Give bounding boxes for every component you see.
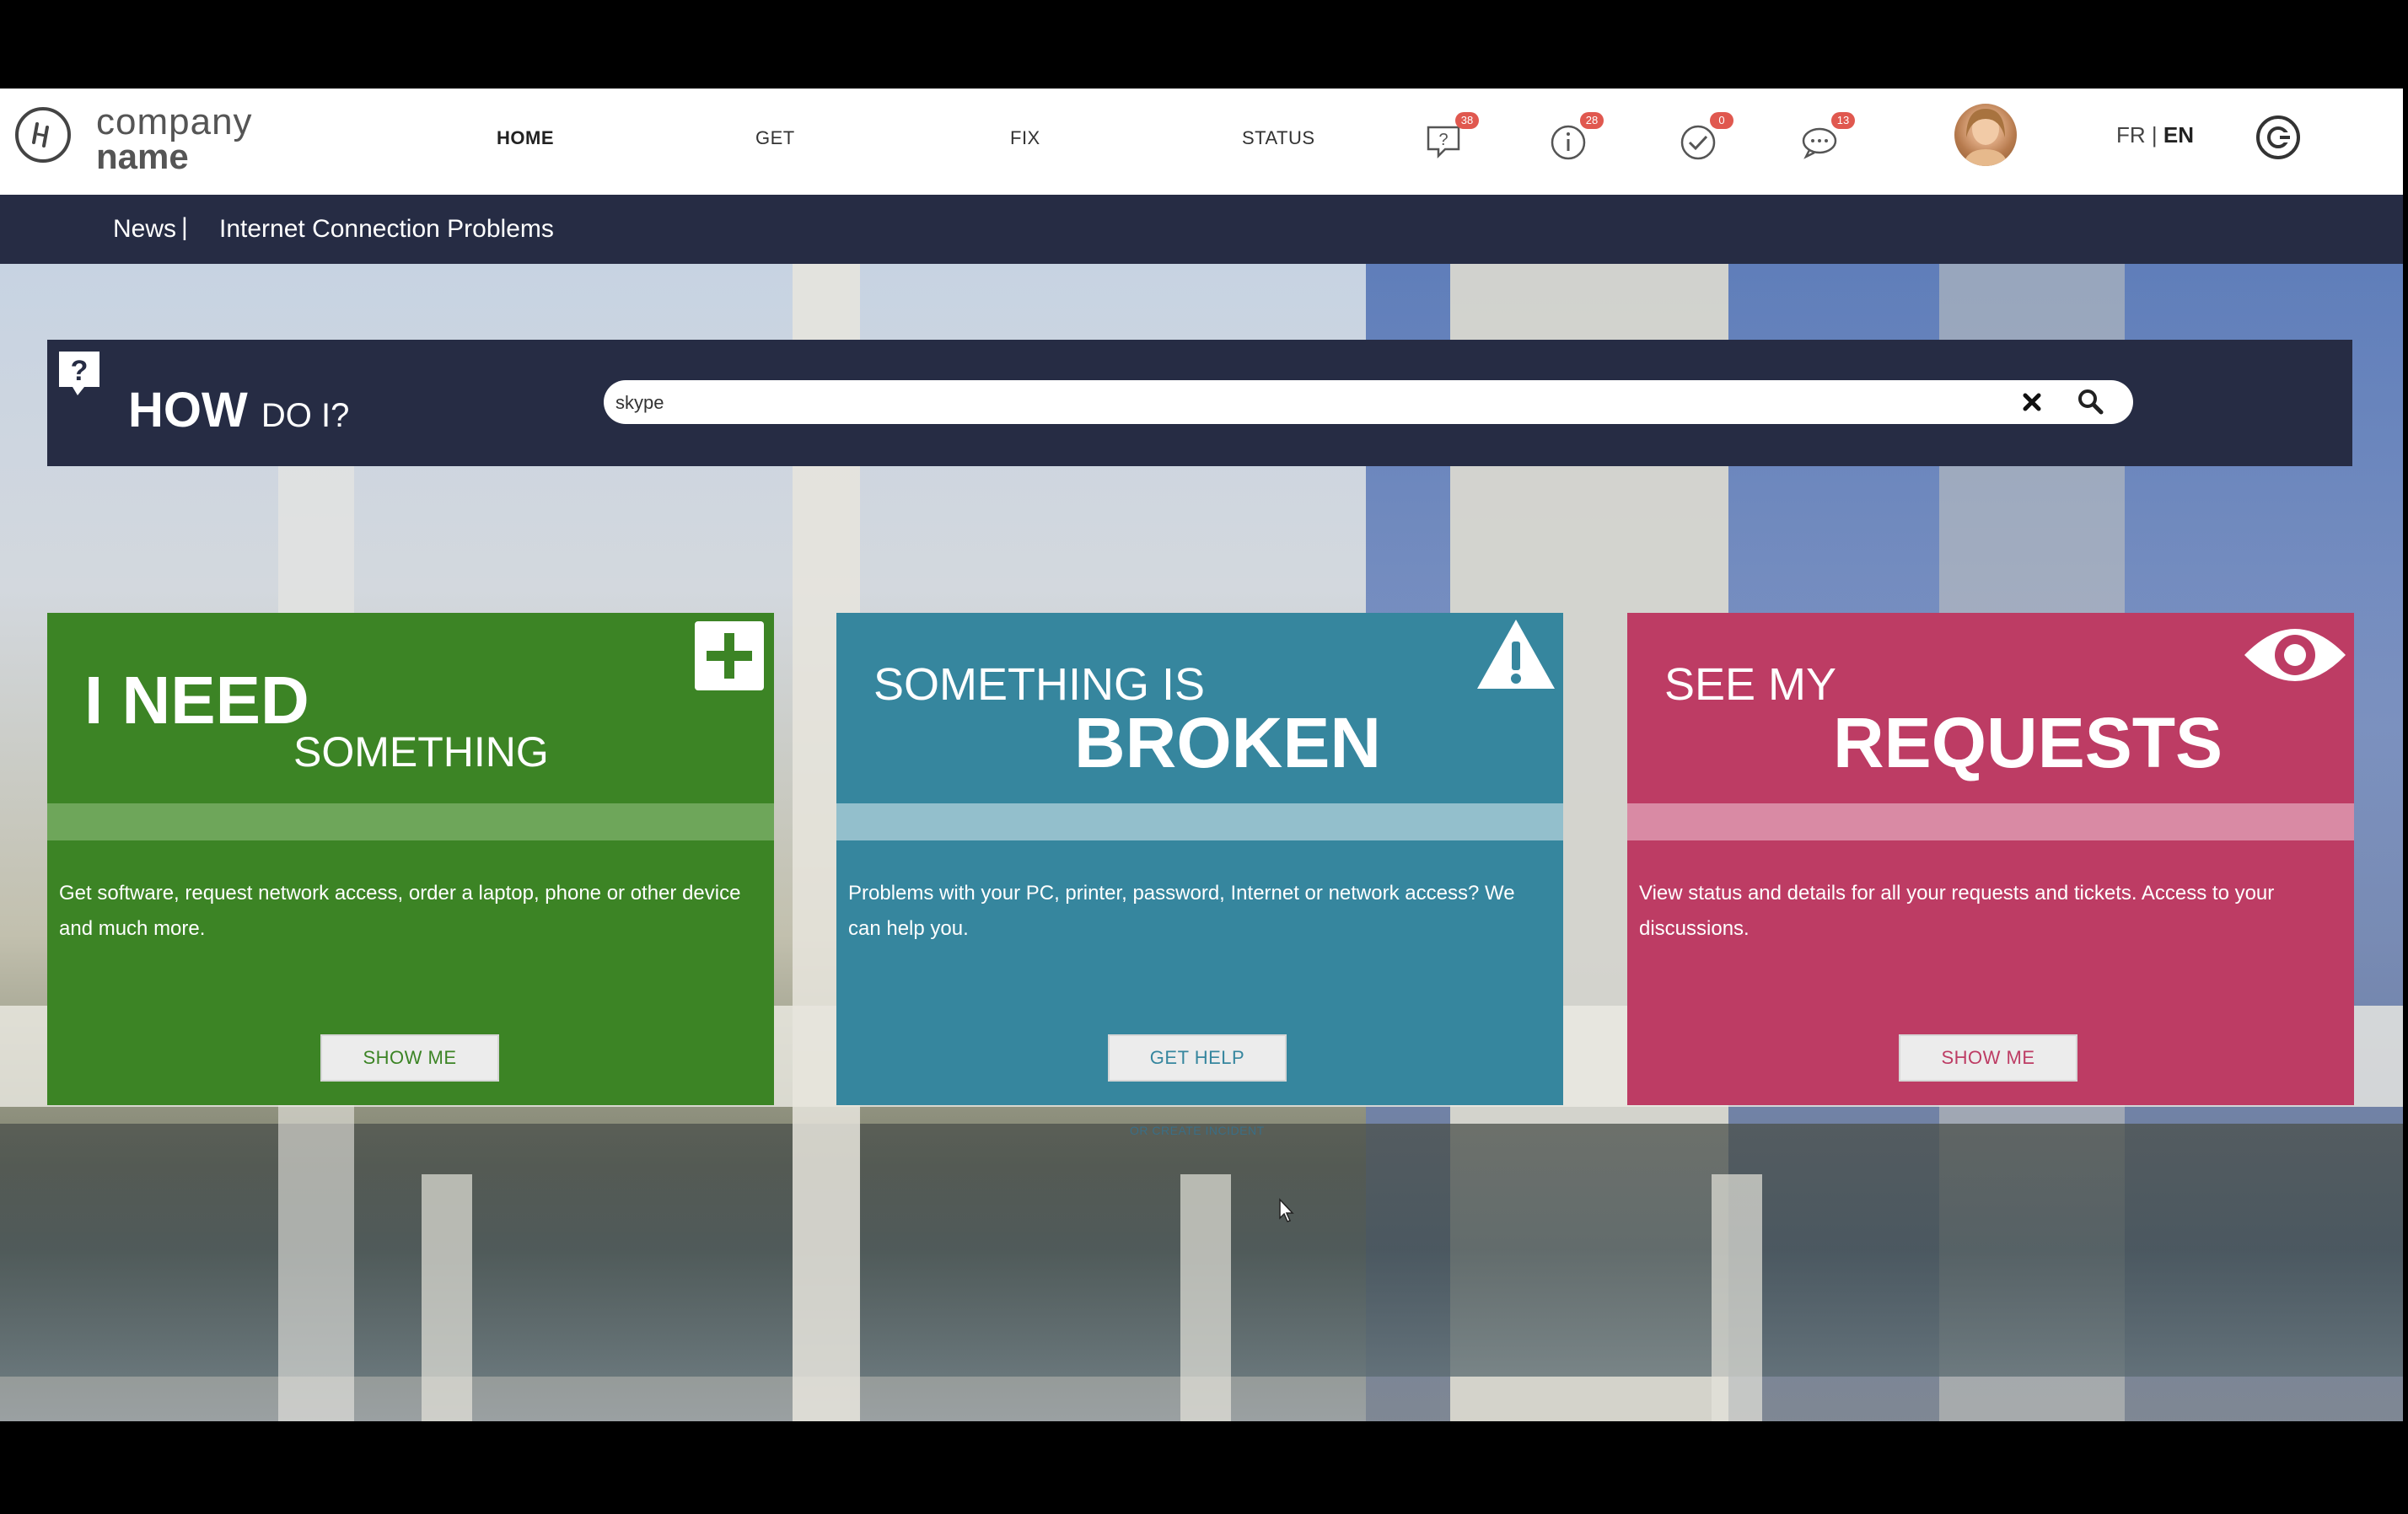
top-header: company name HOME GET FIX STATUS ? 38 28 bbox=[0, 89, 2403, 195]
app-window: company name HOME GET FIX STATUS ? 38 28 bbox=[0, 89, 2403, 1421]
news-separator: | bbox=[181, 213, 188, 241]
logo-line-company: company bbox=[96, 101, 253, 142]
company-logo-text[interactable]: company name bbox=[96, 104, 253, 174]
plus-icon bbox=[693, 620, 766, 696]
card-strip bbox=[836, 803, 1563, 840]
card-strip bbox=[1627, 803, 2354, 840]
svg-text:?: ? bbox=[1438, 131, 1448, 149]
card-header: SEE MY REQUESTS bbox=[1627, 613, 2354, 803]
how-title-big: HOW bbox=[128, 383, 248, 438]
svg-text:?: ? bbox=[71, 355, 89, 387]
create-incident-link[interactable]: OR CREATE INCIDENT bbox=[1130, 1124, 1265, 1137]
nav-status[interactable]: STATUS bbox=[1242, 127, 1315, 149]
nav-get[interactable]: GET bbox=[755, 127, 795, 149]
nav-fix[interactable]: FIX bbox=[1010, 127, 1040, 149]
search-bar bbox=[604, 380, 2133, 424]
info-icon[interactable]: 28 bbox=[1550, 112, 1604, 163]
card-description: Problems with your PC, printer, password… bbox=[848, 882, 1515, 940]
card-description: View status and details for all your req… bbox=[1639, 882, 2275, 940]
nav-home[interactable]: HOME bbox=[497, 127, 554, 149]
user-avatar[interactable] bbox=[1954, 104, 2017, 166]
news-label[interactable]: News bbox=[113, 215, 176, 244]
help-chat-badge: 38 bbox=[1455, 112, 1479, 129]
card-something-is-broken[interactable]: SOMETHING IS BROKEN Problems with your P… bbox=[836, 613, 1563, 1105]
clear-search-icon[interactable] bbox=[2020, 390, 2044, 414]
help-chat-icon[interactable]: ? 38 bbox=[1425, 112, 1479, 163]
card-see-my-requests[interactable]: SEE MY REQUESTS View status and details … bbox=[1627, 613, 2354, 1105]
news-headline[interactable]: Internet Connection Problems bbox=[219, 215, 554, 244]
card-description: Get software, request network access, or… bbox=[59, 882, 741, 940]
discussion-icon[interactable]: 13 bbox=[1801, 112, 1855, 163]
company-logo-icon[interactable] bbox=[15, 107, 71, 163]
approval-check-icon[interactable]: 0 bbox=[1680, 112, 1733, 163]
warning-icon bbox=[1474, 616, 1558, 698]
card-strip bbox=[47, 803, 774, 840]
card-title-line1: SEE MY bbox=[1664, 659, 1837, 710]
card-header: I NEED SOMETHING bbox=[47, 613, 774, 803]
logout-icon[interactable] bbox=[2255, 114, 2302, 161]
card-header: SOMETHING IS BROKEN bbox=[836, 613, 1563, 803]
card-title-line2: REQUESTS bbox=[1833, 703, 2223, 782]
card-i-need-something[interactable]: I NEED SOMETHING Get software, request n… bbox=[47, 613, 774, 1105]
get-help-button[interactable]: GET HELP bbox=[1108, 1034, 1287, 1082]
lang-separator: | bbox=[2151, 122, 2158, 148]
news-ticker: News | Internet Connection Problems bbox=[0, 195, 2403, 264]
logo-line-name: name bbox=[96, 137, 189, 176]
search-input[interactable] bbox=[614, 387, 2000, 419]
language-switcher[interactable]: FR | EN bbox=[2116, 122, 2194, 148]
card-title-line1: I NEED bbox=[84, 663, 309, 738]
how-do-i-panel: ? HOW DO I? bbox=[47, 340, 2352, 466]
eye-icon bbox=[2241, 616, 2349, 698]
discussion-badge: 13 bbox=[1831, 112, 1855, 129]
info-badge: 28 bbox=[1580, 112, 1604, 129]
how-title-small: DO I? bbox=[261, 397, 350, 434]
bottom-letterbox bbox=[0, 1421, 2408, 1514]
show-me-button[interactable]: SHOW ME bbox=[1899, 1034, 2077, 1082]
card-title-line2: BROKEN bbox=[1074, 703, 1382, 782]
show-me-button[interactable]: SHOW ME bbox=[320, 1034, 499, 1082]
approval-badge: 0 bbox=[1710, 112, 1733, 129]
lang-fr[interactable]: FR bbox=[2116, 122, 2146, 148]
mouse-cursor-icon bbox=[1278, 1198, 1295, 1223]
how-do-i-title: HOW DO I? bbox=[128, 382, 349, 438]
search-icon[interactable] bbox=[2076, 387, 2104, 416]
lang-en[interactable]: EN bbox=[2163, 122, 2194, 148]
top-letterbox bbox=[0, 0, 2408, 89]
question-bubble-icon: ? bbox=[57, 350, 101, 400]
card-title-line2: SOMETHING bbox=[293, 728, 549, 776]
